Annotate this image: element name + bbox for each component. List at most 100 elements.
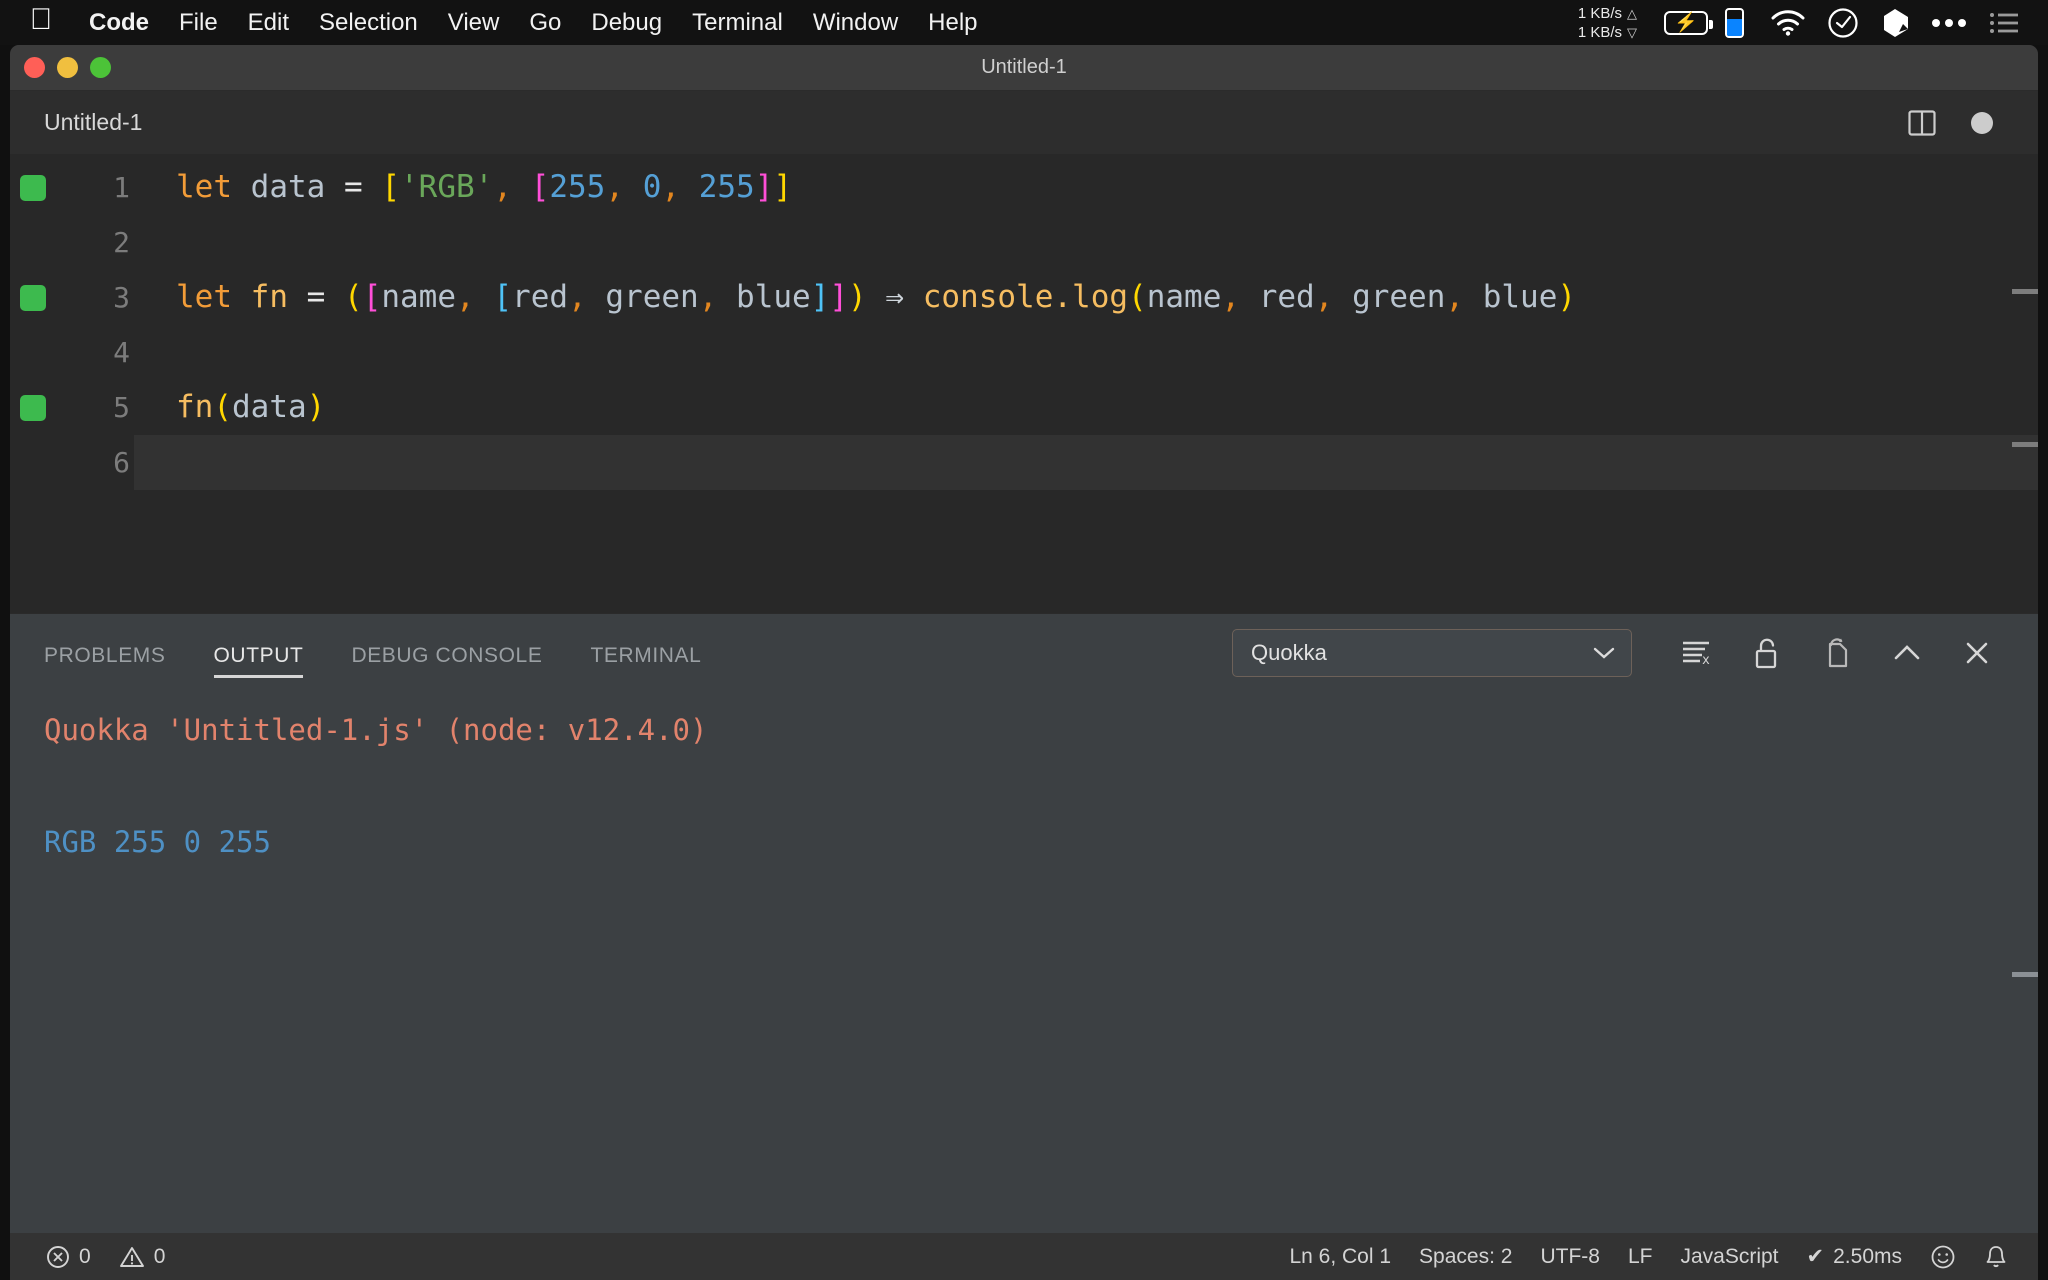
code-line-text [134,325,2038,380]
menu-bar-items:  Code File Edit Selection View Go Debug… [24,5,993,37]
check-icon: ✔ [1806,1245,1825,1268]
menu-item-edit[interactable]: Edit [233,9,304,37]
code-line[interactable]: 5 fn(data) [10,380,2038,435]
code-token: let [176,169,232,205]
editor-scrollbar[interactable] [2012,154,2038,613]
code-token: ⇒ [885,279,905,315]
quokka-green-square [20,174,46,201]
editor-tab-bar: Untitled-1 [10,91,2038,154]
code-token: ) [1557,279,1577,315]
code-token: blue [1482,279,1558,315]
status-cursor-position[interactable]: Ln 6, Col 1 [1275,1245,1405,1269]
code-token: , [1314,279,1334,315]
menu-item-file[interactable]: File [164,9,233,37]
code-token: ( [344,279,363,315]
window-title-bar: Untitled-1 [10,45,2038,91]
menu-item-terminal[interactable]: Terminal [677,9,798,37]
code-line[interactable]: 4 [10,325,2038,380]
panel-tab-problems[interactable]: PROBLEMS [44,614,166,692]
menu-item-code[interactable]: Code [74,9,164,37]
code-token: , [493,169,513,205]
menu-item-debug[interactable]: Debug [576,9,677,37]
code-token: data [250,169,326,205]
status-notifications[interactable] [1970,1244,2022,1270]
warning-triangle-icon [119,1245,145,1269]
clear-output-icon[interactable]: x [1662,623,1732,683]
maximize-panel-icon[interactable] [1872,623,1942,683]
status-encoding[interactable]: UTF-8 [1526,1245,1614,1269]
code-line[interactable]: 3 let fn = ([name, [red, green, blue]]) ⇒… [10,270,2038,325]
status-warnings[interactable]: 0 [105,1245,180,1269]
menu-item-help[interactable]: Help [913,9,992,37]
panel-tools: Quokka x [1232,623,2012,683]
code-line-text: let data = ['RGB', [255, 0, 255]] [134,160,2038,215]
menu-item-view[interactable]: View [433,9,515,37]
clock-icon[interactable] [1827,7,1859,39]
chevron-down-icon [1591,645,1617,661]
split-editor-icon[interactable] [1892,93,1952,153]
editor-tab-actions [1892,93,2038,153]
svg-text:x: x [1702,653,1710,668]
line-number: 2 [113,226,130,259]
code-token: , [1445,279,1465,315]
code-line-text [134,215,2038,270]
code-editor[interactable]: 1 let data = ['RGB', [255, 0, 255]] 2 3 let … [10,154,2038,613]
code-line-text [134,435,2038,490]
phone-battery-icon[interactable] [1725,7,1744,38]
menu-item-selection[interactable]: Selection [304,9,433,37]
bell-icon [1984,1244,2008,1270]
network-speed-indicator[interactable]: 1 KB/s 1 KB/s △ ▽ [1578,4,1637,42]
output-channel-select[interactable]: Quokka [1232,629,1632,677]
output-header-line: Quokka 'Untitled-1.js' (node: v12.4.0) [44,713,708,747]
panel-tab-debug-console[interactable]: DEBUG CONSOLE [351,614,542,692]
code-token: [ [362,279,382,315]
status-feedback[interactable] [1916,1244,1970,1270]
code-token: 'RGB' [400,169,494,205]
code-token: ] [829,279,849,315]
ellipsis-icon[interactable] [1931,17,1967,29]
panel-tab-terminal[interactable]: TERMINAL [590,614,701,692]
code-lines: 1 let data = ['RGB', [255, 0, 255]] 2 3 let … [10,154,2038,490]
code-token: console.log [922,279,1129,315]
control-center-list-icon[interactable] [1989,11,2019,35]
menu-item-window[interactable]: Window [798,9,913,37]
unsaved-dot-icon[interactable] [1952,93,2012,153]
code-token: name [381,279,457,315]
battery-charging-icon[interactable]: ⚡ [1664,10,1714,35]
status-eol[interactable]: LF [1614,1245,1667,1269]
code-token: name [1146,279,1222,315]
code-token: red [512,279,569,315]
close-panel-icon[interactable] [1942,623,2012,683]
open-in-editor-icon[interactable] [1802,623,1872,683]
status-language-mode[interactable]: JavaScript [1666,1245,1792,1269]
output-panel-body[interactable]: Quokka 'Untitled-1.js' (node: v12.4.0) R… [10,692,2038,1233]
status-errors[interactable]: 0 [32,1245,105,1269]
upload-arrow-icon: △ [1627,5,1637,21]
menu-item-go[interactable]: Go [514,9,576,37]
panel-tab-output[interactable]: OUTPUT [213,614,304,692]
status-errors-count: 0 [79,1244,91,1268]
status-quokka-timing[interactable]: ✔ 2.50ms [1793,1244,1916,1269]
code-line[interactable]: 2 [10,215,2038,270]
code-token: , [456,279,475,315]
wifi-icon[interactable] [1771,9,1805,36]
output-result-line: RGB 255 0 255 [44,825,271,859]
dropbox-cube-icon[interactable] [1881,8,1909,38]
code-line[interactable]: 6 [10,435,2038,490]
output-blank-line [44,758,2038,814]
code-token: green [1352,279,1446,315]
code-line[interactable]: 1 let data = ['RGB', [255, 0, 255]] [10,160,2038,215]
editor-tab-untitled-1[interactable]: Untitled-1 [10,91,167,154]
lock-open-icon[interactable] [1732,623,1802,683]
apple-logo-icon[interactable]:  [24,5,58,35]
status-indentation[interactable]: Spaces: 2 [1405,1245,1526,1269]
code-token: [ [381,169,401,205]
